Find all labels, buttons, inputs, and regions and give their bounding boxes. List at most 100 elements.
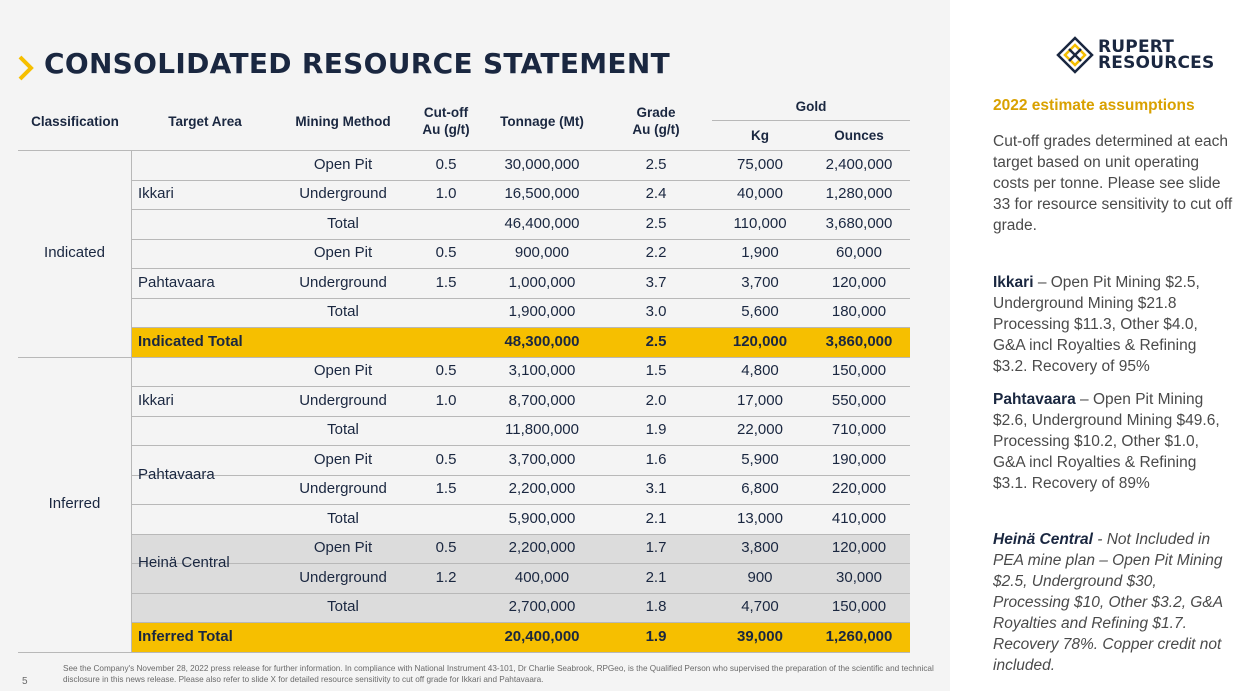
cell-ounces: 550,000	[831, 391, 887, 409]
cell-grade: 2.1	[645, 568, 667, 586]
row-rule	[131, 238, 910, 240]
cell-ounces: 180,000	[831, 303, 887, 321]
logo-line-2: RESOURCES	[1098, 53, 1215, 73]
cell-kg: 1,900	[741, 244, 779, 262]
cell-tonnage: 11,800,000	[505, 421, 579, 439]
class-separator	[131, 150, 132, 652]
cell-grade: 2.1	[645, 509, 667, 527]
cell-tonnage: 2,200,000	[508, 539, 576, 557]
assumptions-ikkari: Ikkari – Open Pit Mining $2.5, Undergrou…	[993, 272, 1233, 377]
cell-grade: 2.0	[645, 391, 667, 409]
cell-mining-method: Total	[327, 303, 359, 321]
cell-ounces: 2,400,000	[825, 155, 893, 173]
cell-kg: 5,600	[741, 303, 779, 321]
row-rule	[131, 563, 910, 564]
logo-mark-icon	[1056, 36, 1094, 74]
row-rule	[131, 386, 910, 387]
cell-grade: 3.1	[645, 480, 667, 498]
cell-grade: 1.7	[645, 539, 667, 557]
cell-cutoff: 1.0	[435, 391, 457, 409]
row-rule	[131, 179, 910, 181]
cell-tonnage: 2,700,000	[508, 598, 576, 616]
cell-grade: 3.7	[645, 273, 667, 291]
cell-cutoff: 1.2	[435, 568, 457, 586]
cell-mining-method: Total	[327, 598, 359, 616]
cell-kg: 75,000	[737, 155, 783, 173]
cell-cutoff: 0.5	[435, 362, 457, 380]
cell-tonnage: 8,700,000	[508, 391, 576, 409]
cell-grade: 2.2	[645, 244, 667, 262]
cell-mining-method: Open Pit	[313, 539, 373, 557]
cell-grade: 1.8	[645, 598, 667, 616]
cell-grade: 1.9	[645, 627, 667, 645]
heina-text: - Not Included in PEA mine plan – Open P…	[993, 531, 1223, 674]
row-rule	[131, 474, 910, 476]
col-header-grade: Grade Au (g/t)	[632, 105, 680, 137]
cell-kg: 22,000	[737, 421, 783, 439]
logo-text: RUPERT RESOURCES	[1098, 39, 1215, 73]
row-rule	[131, 533, 910, 535]
target-area-inf_ikkari: Ikkari	[138, 391, 174, 409]
col-header-target-area: Target Area	[168, 114, 242, 129]
cell-ounces: 120,000	[831, 273, 887, 291]
footnote: See the Company's November 28, 2022 pres…	[63, 664, 934, 684]
assumptions-pahtavaara: Pahtavaara – Open Pit Mining $2.6, Under…	[993, 389, 1233, 494]
cell-grade: 2.5	[645, 214, 667, 232]
assumptions-heading: 2022 estimate assumptions	[993, 97, 1195, 114]
col-header-classification: Classification	[31, 114, 119, 129]
cell-cutoff: 1.0	[435, 185, 457, 203]
cell-tonnage: 900,000	[514, 244, 570, 262]
cell-cutoff: 0.5	[435, 539, 457, 557]
cell-tonnage: 48,300,000	[504, 332, 580, 350]
target-area-inf_pahtavaara: Pahtavaara	[138, 465, 215, 483]
cell-cutoff: 0.5	[435, 155, 457, 173]
cell-kg: 4,700	[741, 598, 779, 616]
cell-mining-method: Open Pit	[313, 155, 373, 173]
cell-tonnage: 30,000,000	[504, 155, 580, 173]
cell-mining-method: Underground	[299, 391, 387, 409]
cell-tonnage: 3,700,000	[508, 450, 576, 468]
cell-kg: 900	[747, 568, 773, 586]
col-header-ounces: Ounces	[834, 128, 884, 143]
cell-tonnage: 1,000,000	[508, 273, 576, 291]
page-number: 5	[22, 676, 28, 687]
cell-ounces: 3,680,000	[825, 214, 893, 232]
cell-ounces: 1,260,000	[825, 627, 893, 645]
cell-tonnage: 1,900,000	[508, 303, 576, 321]
col-header-gold: Gold	[795, 99, 827, 114]
total-label: Indicated Total	[138, 332, 243, 350]
cell-kg: 3,700	[741, 273, 779, 291]
cell-ounces: 220,000	[831, 480, 887, 498]
cell-cutoff: 1.5	[435, 273, 457, 291]
cell-kg: 6,800	[741, 480, 779, 498]
assumptions-heina: Heinä Central - Not Included in PEA mine…	[993, 529, 1233, 676]
cell-ounces: 150,000	[831, 362, 887, 380]
cell-mining-method: Underground	[299, 568, 387, 586]
chevron-right-icon	[18, 55, 34, 81]
cell-tonnage: 20,400,000	[504, 627, 580, 645]
cell-tonnage: 400,000	[514, 568, 570, 586]
row-rule	[131, 415, 910, 417]
cell-mining-method: Total	[327, 421, 359, 439]
cell-ounces: 1,280,000	[825, 185, 893, 203]
cell-kg: 13,000	[737, 509, 783, 527]
cell-mining-method: Total	[327, 509, 359, 527]
col-header-cutoff: Cut-off Au (g/t)	[422, 105, 470, 137]
cell-mining-method: Open Pit	[313, 362, 373, 380]
cell-grade: 2.4	[645, 185, 667, 203]
row-rule	[18, 356, 910, 358]
cell-tonnage: 3,100,000	[508, 362, 576, 380]
cell-kg: 4,800	[741, 362, 779, 380]
cell-ounces: 710,000	[831, 421, 887, 439]
cell-grade: 1.5	[645, 362, 667, 380]
cell-tonnage: 2,200,000	[508, 480, 576, 498]
cell-mining-method: Underground	[299, 480, 387, 498]
cell-grade: 3.0	[645, 303, 667, 321]
ikkari-key: Ikkari	[993, 274, 1034, 291]
cell-ounces: 30,000	[836, 568, 882, 586]
total-label: Inferred Total	[138, 627, 233, 645]
col-header-mining-method: Mining Method	[295, 114, 391, 129]
cell-grade: 1.9	[645, 421, 667, 439]
table-top-rule	[18, 150, 910, 151]
cell-kg: 17,000	[737, 391, 783, 409]
